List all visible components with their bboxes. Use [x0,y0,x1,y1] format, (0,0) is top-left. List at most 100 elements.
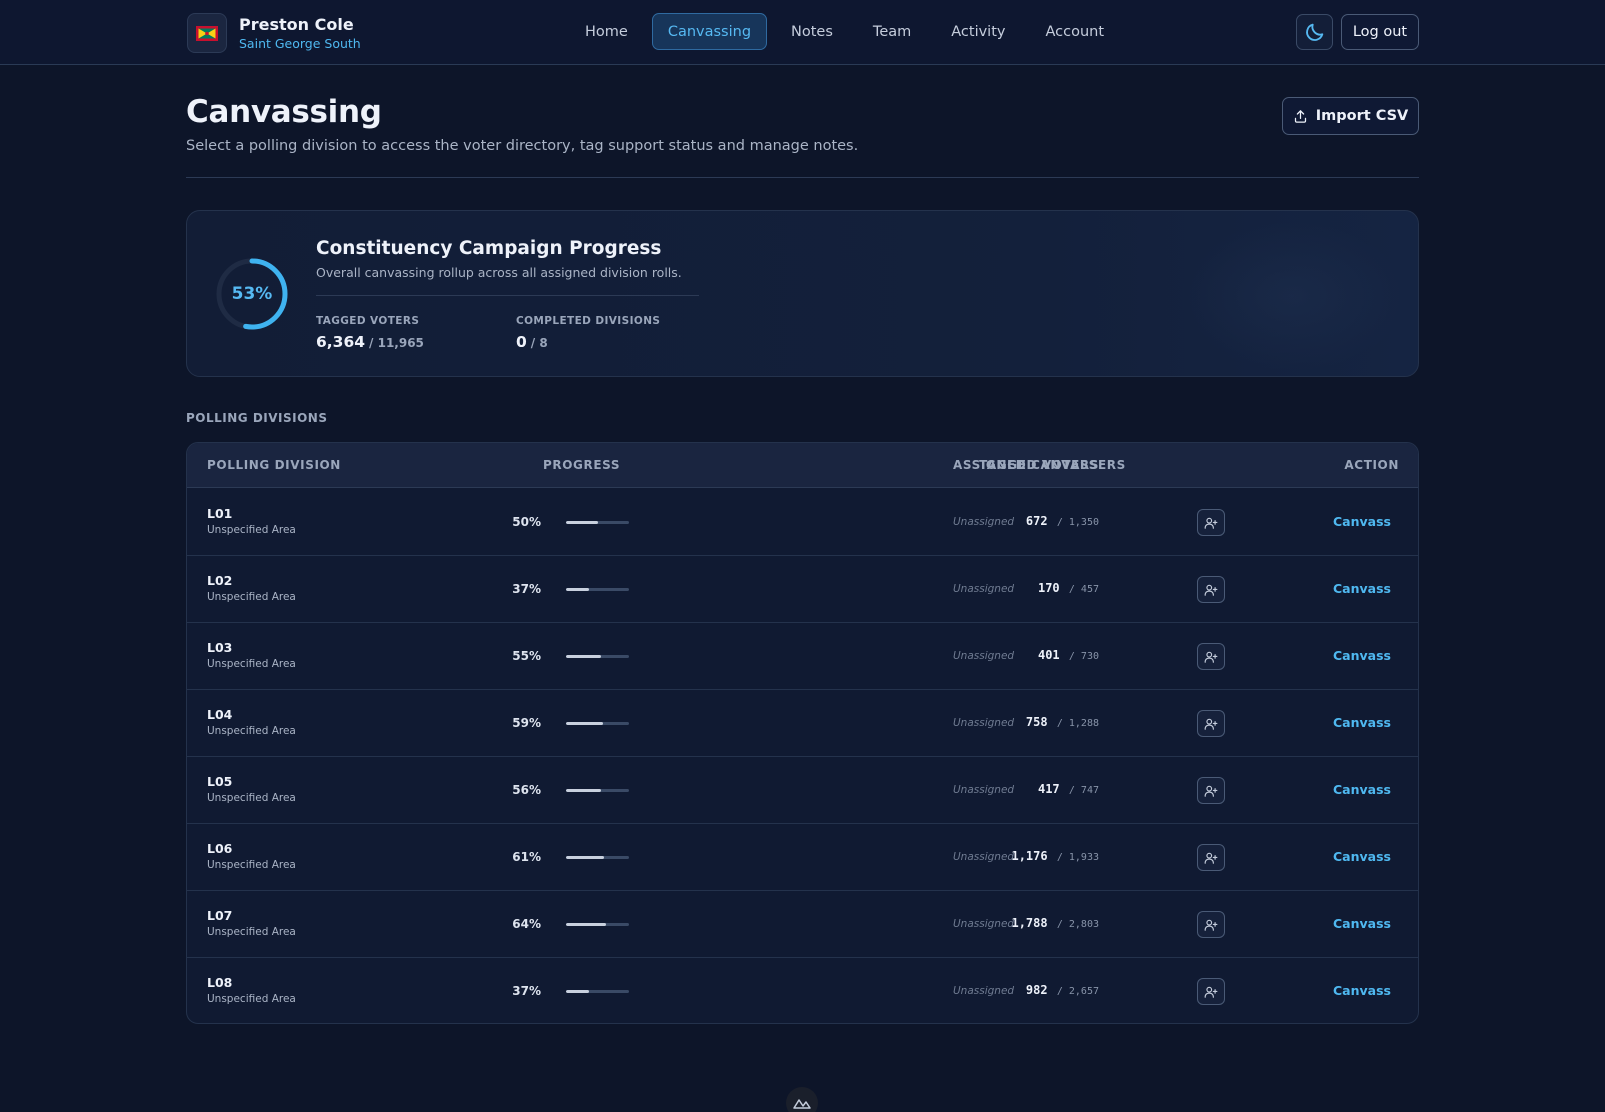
canvass-link[interactable]: Canvass [1333,849,1391,864]
upload-icon [1294,109,1306,123]
table-row: L08 Unspecified Area 37% 982 / 2,657 Una… [187,958,1418,1023]
progress-bar [566,588,629,591]
assigned-canvassers: Unassigned [953,918,1015,930]
completed-divisions-stat: 0/ 8 [516,333,548,351]
tagged-voters: 672 / 1,350 [747,514,1099,528]
user-plus-icon [1204,919,1218,931]
division-name: L04 [207,707,233,722]
progress-bar [566,521,629,524]
assign-canvasser-button[interactable] [1197,576,1225,603]
division-area: Unspecified Area [207,658,296,670]
user-plus-icon [1204,986,1218,998]
progress-bar [566,990,629,993]
progress-bar-fill [566,521,598,524]
division-name: L02 [207,573,233,588]
campaign-progress-card: 53% Constituency Campaign Progress Overa… [186,210,1419,377]
assign-canvasser-button[interactable] [1197,911,1225,938]
moon-icon [1305,23,1323,41]
canvass-link[interactable]: Canvass [1333,983,1391,998]
tagged-count: 417 [1037,782,1060,796]
progress-percent: 37% [512,984,541,998]
table-row: L06 Unspecified Area 61% 1,176 / 1,933 U… [187,824,1418,891]
tagged-voters: 758 / 1,288 [747,715,1099,729]
import-csv-label: Import CSV [1315,108,1409,124]
card-subtitle: Overall canvassing rollup across all ass… [316,265,682,280]
page-title: Canvassing [186,94,382,130]
nav-home[interactable]: Home [569,13,644,50]
tagged-count: 170 [1037,581,1060,595]
assign-canvasser-button[interactable] [1197,509,1225,536]
progress-bar-fill [566,655,601,658]
canvass-link[interactable]: Canvass [1333,581,1391,596]
card-divider [316,295,699,296]
canvass-link[interactable]: Canvass [1333,514,1391,529]
progress-bar-fill [566,588,590,591]
nav-account[interactable]: Account [1029,13,1120,50]
table-row: L03 Unspecified Area 55% 401 / 730 Unass… [187,623,1418,690]
canvass-link[interactable]: Canvass [1333,648,1391,663]
tagged-total: / 747 [1068,785,1099,796]
nav-notes[interactable]: Notes [775,13,849,50]
page-subtitle: Select a polling division to access the … [186,138,859,154]
progress-bar [566,923,629,926]
app-logo-icon [786,1087,818,1112]
division-name: L08 [207,975,233,990]
division-area: Unspecified Area [207,926,296,938]
tagged-total: / 1,288 [1056,718,1099,729]
canvass-link[interactable]: Canvass [1333,916,1391,931]
assigned-canvassers: Unassigned [953,650,1015,662]
progress-bar-fill [566,789,602,792]
tagged-total: / 2,803 [1056,919,1099,930]
division-name: L05 [207,774,233,789]
assign-canvasser-button[interactable] [1197,710,1225,737]
progress-percent: 37% [512,582,541,596]
progress-percent: 64% [512,917,541,931]
assigned-canvassers: Unassigned [953,784,1015,796]
completed-divisions-label: COMPLETED DIVISIONS [516,315,661,327]
progress-bar [566,722,629,725]
division-area: Unspecified Area [207,859,296,871]
tagged-voters: 417 / 747 [747,782,1099,796]
import-csv-button[interactable]: Import CSV [1282,97,1419,135]
tagged-voters-value: 6,364 [316,333,366,351]
header-action: ACTION [1344,458,1399,472]
tagged-voters-label: TAGGED VOTERS [316,315,420,327]
card-title: Constituency Campaign Progress [316,238,662,259]
table-row: L05 Unspecified Area 56% 417 / 747 Unass… [187,757,1418,824]
tagged-count: 401 [1037,648,1060,662]
tagged-count: 1,788 [1011,916,1048,930]
constituency-name: Saint George South [239,35,361,51]
nav-team[interactable]: Team [857,13,927,50]
nav-canvassing[interactable]: Canvassing [651,13,768,50]
assigned-canvassers: Unassigned [953,851,1015,863]
tagged-voters-stat: 6,364/ 11,965 [316,333,424,351]
progress-percent: 61% [512,850,541,864]
theme-toggle-button[interactable] [1296,14,1333,50]
assign-canvasser-button[interactable] [1197,643,1225,670]
progress-bar-fill [566,990,590,993]
completed-divisions-value: 0 [516,333,527,351]
nav-activity[interactable]: Activity [935,13,1021,50]
user-plus-icon [1204,718,1218,730]
logout-button[interactable]: Log out [1341,14,1419,50]
division-area: Unspecified Area [207,792,296,804]
progress-bar-fill [566,923,607,926]
user-plus-icon [1204,785,1218,797]
assign-canvasser-button[interactable] [1197,777,1225,804]
division-name: L01 [207,506,233,521]
progress-bar [566,856,629,859]
table-header: POLLING DIVISION PROGRESS TAGGED VOTERS … [187,443,1418,488]
assign-canvasser-button[interactable] [1197,978,1225,1005]
division-area: Unspecified Area [207,524,296,536]
tagged-count: 672 [1025,514,1048,528]
canvass-link[interactable]: Canvass [1333,715,1391,730]
canvass-link[interactable]: Canvass [1333,782,1391,797]
user-plus-icon [1204,852,1218,864]
progress-bar-fill [566,856,605,859]
division-area: Unspecified Area [207,993,296,1005]
table-row: L01 Unspecified Area 50% 672 / 1,350 Una… [187,489,1418,556]
card-decoration [1177,221,1407,371]
assign-canvasser-button[interactable] [1197,844,1225,871]
tagged-voters: 1,788 / 2,803 [747,916,1099,930]
tagged-total: / 730 [1068,651,1099,662]
